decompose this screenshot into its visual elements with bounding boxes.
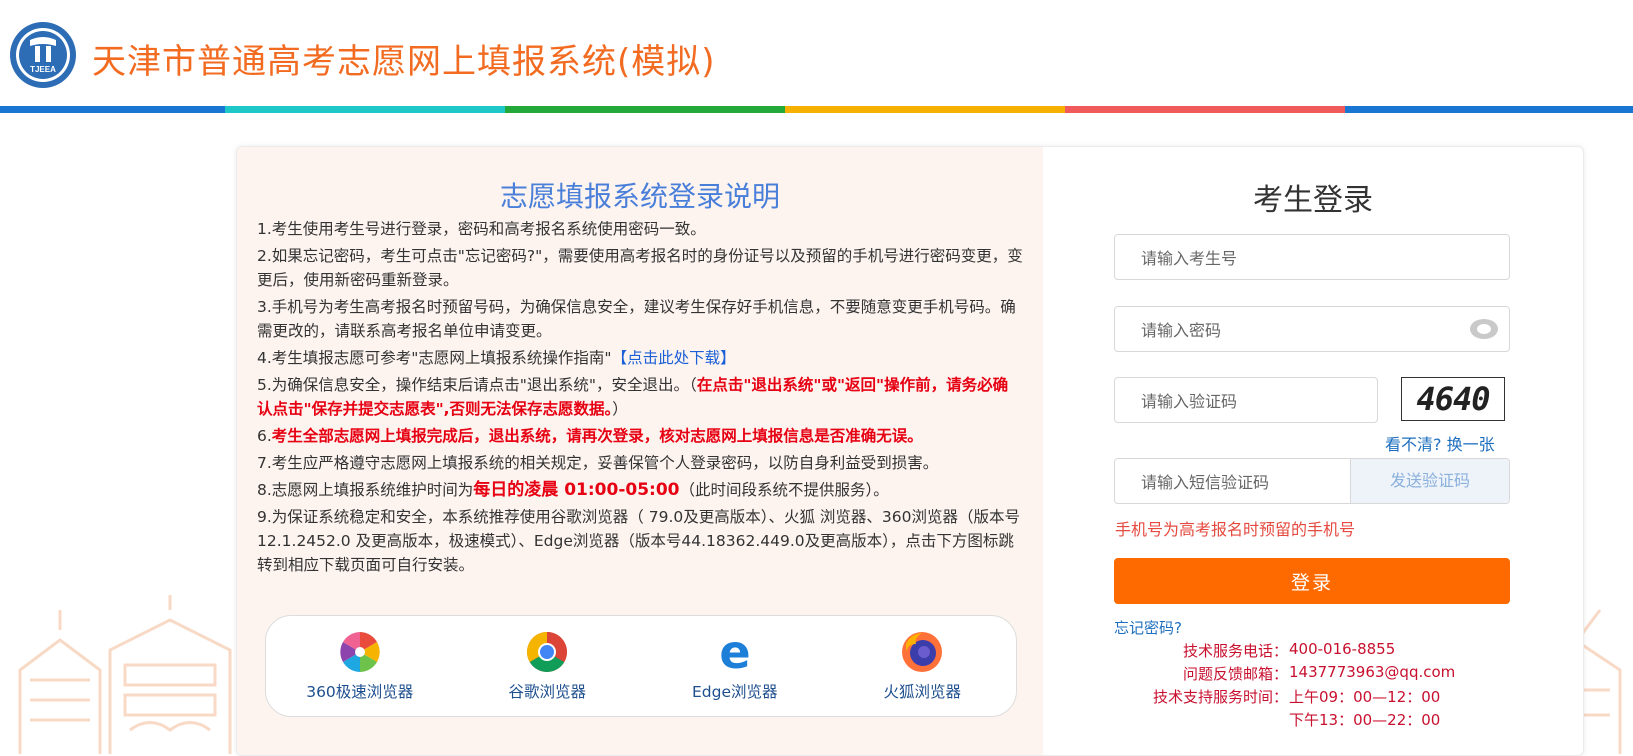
instruction-item-7: 7.考生应严格遵守志愿网上填报系统的相关规定，妥善保管个人登录密码，以防自身利益…: [257, 454, 939, 472]
svg-text:e: e: [719, 630, 750, 674]
support-email-label: 问题反馈邮箱：: [1182, 665, 1288, 683]
exam-number-input[interactable]: [1139, 235, 1459, 281]
instruction-item-6-prefix: 6.: [257, 427, 272, 445]
edge-icon: e: [719, 630, 750, 674]
instruction-item-8: 8.志愿网上填报系统维护时间为每日的凌晨 01:00-05:00（此时间段系统不…: [257, 478, 1023, 502]
edge-link[interactable]: e Edge浏览器: [655, 630, 815, 702]
browser-360-link[interactable]: 360极速浏览器: [280, 630, 440, 702]
instruction-item-2: 2.如果忘记密码，考生可点击"忘记密码?"，需要使用高考报名时的身份证号以及预留…: [257, 247, 1023, 289]
browser-360-icon: [340, 632, 380, 672]
support-phone-value: 400-016-8855: [1289, 640, 1396, 658]
password-field: [1114, 306, 1510, 353]
support-phone-label: 技术服务电话：: [1182, 642, 1288, 660]
refresh-captcha-link[interactable]: 看不清? 换一张: [1385, 431, 1495, 455]
chrome-icon: [527, 632, 568, 672]
instruction-item-6: 6.考生全部志愿网上填报完成后，退出系统，请再次登录，核对志愿网上填报信息是否准…: [257, 424, 1023, 448]
chrome-label: 谷歌浏览器: [508, 683, 586, 701]
sms-code-field: 发送验证码: [1114, 458, 1510, 505]
instructions-title: 志愿填报系统登录说明: [499, 180, 780, 213]
instruction-item-9: 9.为保证系统稳定和安全，本系统推荐使用谷歌浏览器（ 79.0及更高版本）、火狐…: [257, 508, 1020, 574]
instruction-item-4: 4.考生填报志愿可参考"志愿网上填报系统操作指南"【点击此处下载】: [257, 346, 1023, 370]
browser-360-label: 360极速浏览器: [306, 683, 414, 701]
support-hours-pm: 下午13：00—22：00: [1289, 711, 1441, 729]
support-hours-am: 上午09：00—12：00: [1289, 688, 1441, 706]
phone-hint: 手机号为高考报名时预留的手机号: [1115, 520, 1356, 539]
firefox-label: 火狐浏览器: [883, 683, 961, 701]
instructions-list: 1.考生使用考生号进行登录，密码和高考报名系统使用密码一致。 2.如果忘记密码，…: [257, 217, 1023, 580]
instruction-item-6-warning: 考生全部志愿网上填报完成后，退出系统，请再次登录，核对志愿网上填报信息是否准确无…: [271, 427, 923, 445]
browser-download-box: 360极速浏览器 谷歌浏览器 e Edge浏览器 火狐浏览器: [265, 615, 1017, 717]
app-title: 天津市普通高考志愿网上填报系统(模拟): [92, 42, 716, 82]
instruction-item-4-text: 4.考生填报志愿可参考"志愿网上填报系统操作指南": [257, 349, 612, 367]
header-color-strip: [0, 106, 1633, 113]
instruction-item-5: 5.为确保信息安全，操作结束后请点击"退出系统"，安全退出。（在点击"退出系统"…: [257, 373, 1023, 421]
instruction-item-1: 1.考生使用考生号进行登录，密码和高考报名系统使用密码一致。: [257, 220, 706, 238]
firefox-icon: [902, 632, 943, 672]
send-code-button[interactable]: 发送验证码: [1350, 459, 1509, 503]
maintenance-time: 每日的凌晨 01:00-05:00: [473, 480, 680, 500]
instruction-item-8-end: （此时间段系统不提供服务）。: [679, 481, 889, 499]
instruction-item-5-text: 5.为确保信息安全，操作结束后请点击"退出系统"，安全退出。（: [257, 376, 697, 394]
firefox-link[interactable]: 火狐浏览器: [842, 630, 1002, 702]
captcha-image[interactable]: 4640: [1401, 377, 1505, 421]
chrome-link[interactable]: 谷歌浏览器: [467, 630, 627, 702]
forgot-password-link[interactable]: 忘记密码?: [1114, 617, 1182, 638]
support-hours-label: 技术支持服务时间：: [1152, 688, 1288, 706]
sms-code-input[interactable]: [1139, 459, 1372, 505]
instruction-item-3: 3.手机号为考生高考报名时预留号码，为确保信息安全，建议考生保存好手机信息，不要…: [257, 298, 1016, 340]
password-input[interactable]: [1139, 307, 1459, 353]
instruction-item-5-end: ）: [612, 400, 628, 418]
login-title: 考生登录: [1253, 183, 1373, 218]
svg-text:TJEEA: TJEEA: [30, 65, 56, 74]
edge-label: Edge浏览器: [691, 683, 778, 701]
instructions-panel: 志愿填报系统登录说明 1.考生使用考生号进行登录，密码和高考报名系统使用密码一致…: [237, 147, 1043, 755]
guide-download-link[interactable]: 【点击此处下载】: [612, 349, 736, 367]
login-button[interactable]: 登录: [1114, 558, 1510, 604]
header: TJEEA 天津市普通高考志愿网上填报系统(模拟): [0, 0, 1633, 106]
instruction-item-8-text: 8.志愿网上填报系统维护时间为: [257, 481, 474, 499]
support-email-value: 1437773963@qq.com: [1289, 663, 1456, 681]
exam-number-field: [1114, 234, 1510, 281]
captcha-field: [1114, 377, 1378, 424]
show-password-eye-icon[interactable]: [1469, 318, 1499, 340]
tjeea-logo: TJEEA: [10, 22, 76, 88]
captcha-input[interactable]: [1139, 378, 1353, 424]
